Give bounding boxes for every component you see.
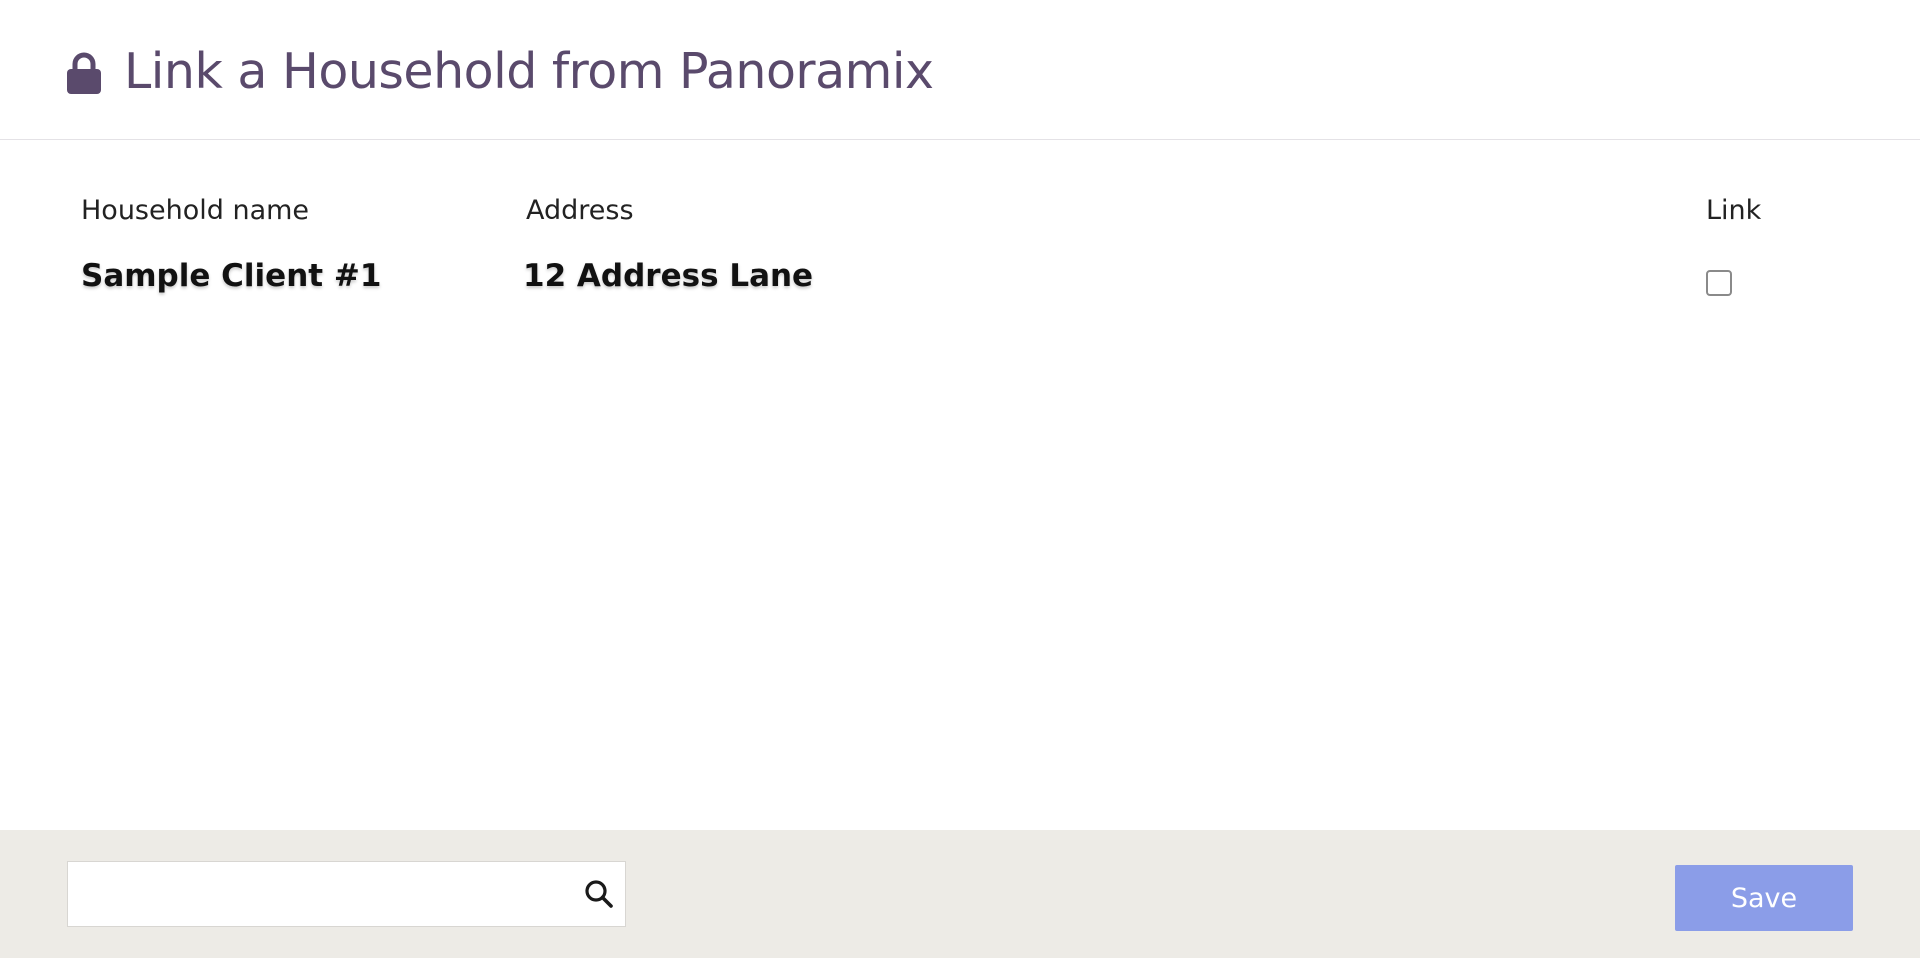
search-input[interactable] — [68, 862, 568, 926]
search-icon[interactable] — [583, 878, 615, 910]
page-title: Link a Household from Panoramix — [124, 43, 934, 100]
column-header-address: Address — [526, 195, 634, 226]
link-household-page: Link a Household from Panoramix Househol… — [0, 0, 1920, 958]
search-box — [67, 861, 626, 927]
save-button[interactable]: Save — [1675, 865, 1853, 931]
footer-bar: Save — [0, 830, 1920, 958]
column-header-household-name: Household name — [81, 195, 310, 226]
column-header-link: Link — [1706, 195, 1762, 226]
link-checkbox[interactable] — [1706, 270, 1732, 296]
address-cell: 12 Address Lane — [523, 258, 814, 294]
household-name-cell: Sample Client #1 — [81, 258, 382, 294]
page-header: Link a Household from Panoramix — [0, 0, 1920, 140]
lock-icon — [67, 52, 101, 94]
